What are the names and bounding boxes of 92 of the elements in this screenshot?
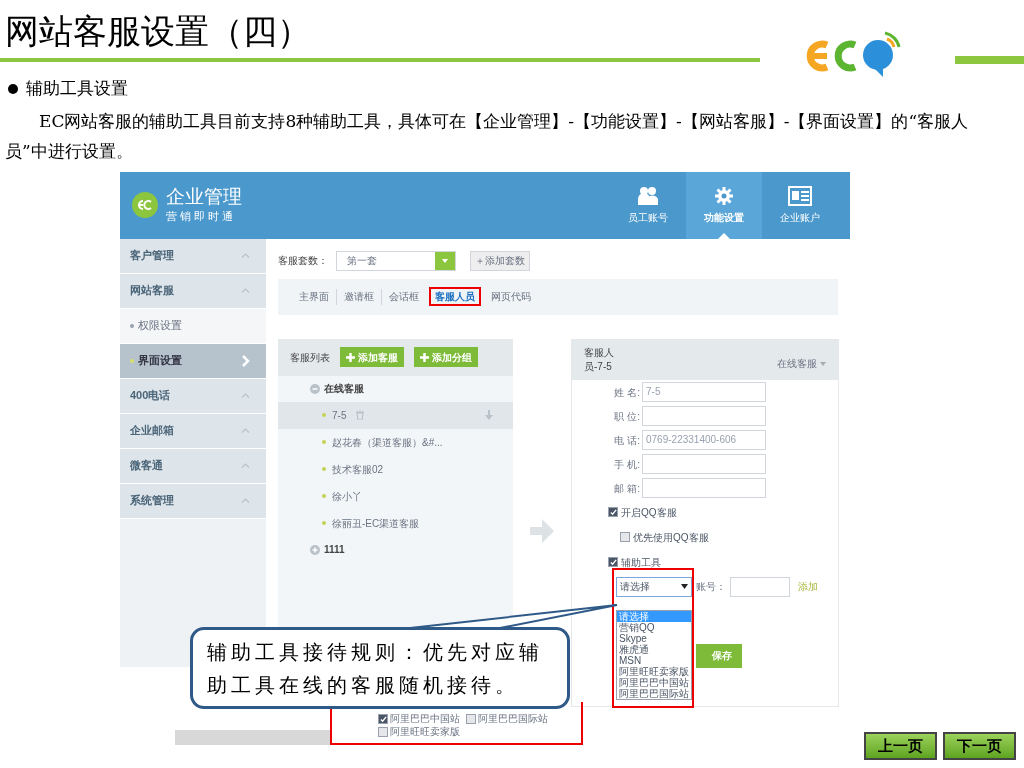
tab[interactable]: 会话框: [385, 289, 423, 304]
group-select[interactable]: 在线客服: [777, 355, 826, 371]
field-label: 手 机:: [613, 457, 640, 472]
tool-select[interactable]: 请选择: [616, 576, 692, 597]
add-suite-button[interactable]: ＋添加套数: [470, 250, 530, 271]
checkbox-label: 开启QQ客服: [621, 505, 677, 520]
sidebar-item[interactable]: 微客通: [120, 448, 266, 484]
active-tab-indicator: [718, 232, 730, 239]
suite-select[interactable]: 第一套: [336, 250, 456, 271]
plus-icon: [346, 352, 355, 362]
group-name[interactable]: 在线客服: [324, 381, 364, 396]
plus-icon: [420, 352, 429, 362]
sidebar-item[interactable]: 网站客服: [120, 273, 266, 309]
slide-title: 网站客服设置（四）: [4, 14, 311, 52]
chevron-up-icon[interactable]: [241, 288, 250, 293]
dropdown-option[interactable]: 请选择: [617, 610, 691, 622]
sidebar-item[interactable]: 客户管理: [120, 238, 266, 274]
staff-item[interactable]: 7-5: [278, 401, 513, 429]
pager-button[interactable]: 上一页: [864, 732, 937, 760]
trash-icon[interactable]: [356, 410, 365, 420]
dropdown-option[interactable]: 阿里旺旺卖家版: [617, 665, 691, 677]
account-field[interactable]: [730, 576, 790, 597]
detail-title: 客服人员-7-5: [584, 345, 615, 374]
field-label: 姓 名:: [613, 385, 640, 400]
arrow-down-icon[interactable]: [485, 410, 493, 420]
nav-tab[interactable]: 员工账号: [610, 171, 686, 239]
people-icon: [637, 185, 659, 206]
accent-bar: [955, 56, 1024, 64]
suite-label: 客服套数：: [278, 254, 328, 268]
staff-list-title: 客服列表: [290, 350, 330, 365]
chevron-up-icon[interactable]: [241, 253, 250, 258]
bullet-heading: 辅助工具设置: [26, 77, 128, 100]
ec-logo-icon: [132, 192, 158, 218]
chevron-up-icon[interactable]: [241, 393, 250, 398]
tab[interactable]: 主界面: [295, 289, 333, 304]
staff-item[interactable]: 技术客服02: [278, 455, 513, 483]
chevron-up-icon[interactable]: [241, 428, 250, 433]
checkbox[interactable]: [378, 727, 388, 737]
checkbox[interactable]: [608, 507, 618, 517]
dropdown-option[interactable]: MSN: [617, 654, 691, 666]
brand-name: 企业管理: [166, 185, 242, 208]
field-label: 职 位:: [613, 409, 640, 424]
collapse-icon[interactable]: [310, 383, 320, 394]
staff-item[interactable]: 赵花春（渠道客服）&#...: [278, 428, 513, 456]
dropdown-option[interactable]: Skype: [617, 632, 691, 644]
field-label: 电 话:: [613, 433, 640, 448]
checkbox-label: 辅助工具: [621, 555, 661, 570]
sidebar-item[interactable]: 权限设置: [120, 308, 266, 344]
arrow-right-icon: [530, 518, 554, 543]
staff-item[interactable]: 徐小丫: [278, 482, 513, 510]
settings-icon: [714, 185, 734, 206]
nav-tab[interactable]: 功能设置: [686, 171, 762, 239]
chevron-up-icon[interactable]: [241, 498, 250, 503]
tab[interactable]: 网页代码: [487, 289, 535, 304]
chevron-up-icon[interactable]: [241, 463, 250, 468]
brand-tagline: 营销即时通: [166, 208, 237, 224]
account-label: 账号：: [696, 580, 726, 594]
sidebar-item[interactable]: 界面设置: [120, 343, 266, 379]
sidebar-item[interactable]: 企业邮箱: [120, 413, 266, 449]
checkbox[interactable]: [620, 532, 630, 542]
dropdown-option[interactable]: 营销QQ: [617, 621, 691, 633]
description-paragraph: EC网站客服的辅助工具目前支持8种辅助工具，具体可在【企业管理】-【功能设置】-【网站客服】-【界面设置】的“客服人员”中进行设置。: [4, 109, 970, 163]
nav-tab[interactable]: 企业账户: [762, 171, 838, 239]
bullet-icon: [8, 83, 18, 94]
chevron-right-icon: [242, 354, 250, 367]
checkbox-label: 阿里巴巴国际站: [478, 713, 548, 725]
checkbox-label: 优先使用QQ客服: [633, 530, 709, 545]
dropdown-option[interactable]: 阿里巴巴中国站: [617, 676, 691, 688]
text-field[interactable]: [642, 478, 766, 498]
checkbox-label: 阿里旺旺卖家版: [390, 726, 460, 738]
dropdown-option[interactable]: 阿里巴巴国际站: [617, 687, 691, 699]
sidebar-item[interactable]: 系统管理: [120, 483, 266, 519]
sidebar-item[interactable]: 400电话: [120, 378, 266, 414]
text-field[interactable]: 7-5: [642, 382, 766, 402]
checkbox[interactable]: [466, 714, 476, 724]
group-name[interactable]: 1111: [324, 542, 345, 557]
checkbox[interactable]: [608, 557, 618, 567]
text-field[interactable]: 0769-22331400-606: [642, 430, 766, 450]
caret-down-icon: [681, 584, 688, 589]
pager-button[interactable]: 下一页: [943, 732, 1016, 760]
checkbox[interactable]: [378, 714, 388, 724]
caret-down-icon: [820, 361, 826, 366]
tab[interactable]: 客服人员: [429, 287, 481, 306]
id-card-icon: [788, 185, 812, 206]
expand-icon[interactable]: [310, 544, 320, 555]
text-field[interactable]: [642, 406, 766, 426]
staff-item[interactable]: 徐丽丑-EC渠道客服: [278, 509, 513, 537]
checkbox-label: 阿里巴巴中国站: [390, 713, 460, 725]
field-label: 邮 箱:: [613, 481, 640, 496]
dropdown-option[interactable]: 雅虎通: [617, 643, 691, 655]
tab[interactable]: 邀请框: [340, 289, 378, 304]
text-field[interactable]: [642, 454, 766, 474]
